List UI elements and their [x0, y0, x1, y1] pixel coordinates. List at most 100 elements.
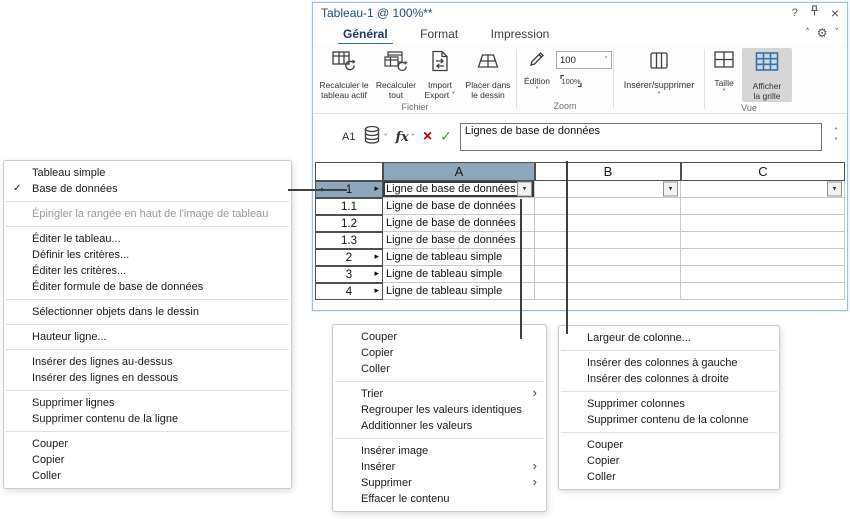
formula-bar-spinner[interactable]: ˄ ˅ — [830, 128, 842, 146]
spinner-up-icon[interactable]: ˄ — [834, 128, 838, 136]
help-icon[interactable]: ? — [792, 7, 798, 19]
column-header-a[interactable]: A — [383, 162, 535, 181]
menu-item-base-de-donnees[interactable]: ✓ Base de données — [4, 181, 291, 197]
menu-item[interactable]: Hauteur ligne... — [4, 329, 291, 345]
grid-corner[interactable] — [315, 162, 383, 181]
menu-item[interactable]: Supprimer contenu de la colonne — [559, 412, 779, 428]
row-header-1-1[interactable]: 1.1 — [315, 198, 383, 215]
menu-item[interactable]: Coller — [4, 468, 291, 484]
gear-icon[interactable]: ⚙ — [817, 26, 828, 40]
cell-c4[interactable] — [681, 232, 845, 249]
row-header-2[interactable]: 2 ▸ — [315, 249, 383, 266]
row-expand-icon[interactable]: ▸ — [374, 185, 379, 194]
menu-item[interactable]: Éditer le tableau... — [4, 231, 291, 247]
menu-item[interactable]: Copier — [559, 453, 779, 469]
column-header-c[interactable]: C — [681, 162, 845, 181]
cell-c3[interactable] — [681, 215, 845, 232]
row-header-1-3[interactable]: 1.3 — [315, 232, 383, 249]
cell-c5[interactable] — [681, 249, 845, 266]
menu-item[interactable]: Largeur de colonne... — [559, 330, 779, 346]
column-header-b[interactable]: B — [535, 162, 681, 181]
menu-item[interactable]: Supprimer contenu de la ligne — [4, 411, 291, 427]
collapse-ribbon-icon[interactable]: ˄ — [805, 28, 810, 38]
cell-c7[interactable] — [681, 283, 845, 300]
menu-item[interactable]: Couper — [559, 437, 779, 453]
group-fichier: Recalculer le tableau actif Recalculer t… — [315, 44, 515, 113]
database-dropdown[interactable]: ˅ — [363, 125, 387, 150]
import-export-button[interactable]: Import Export ˅ — [419, 48, 461, 101]
close-icon[interactable]: × — [831, 6, 839, 20]
cell-a6[interactable]: Ligne de tableau simple — [383, 266, 535, 283]
cell-b3[interactable] — [535, 215, 681, 232]
edition-button[interactable]: Édition ˅ — [518, 48, 556, 95]
zoom-level-combobox[interactable]: 100 ˅ — [556, 51, 612, 69]
cell-b2[interactable] — [535, 198, 681, 215]
tab-format[interactable]: Format — [420, 27, 458, 45]
menu-item[interactable]: Insérer des colonnes à gauche — [559, 355, 779, 371]
menu-item[interactable]: Couper — [333, 329, 546, 345]
menu-item[interactable]: Copier — [333, 345, 546, 361]
menu-item[interactable]: Coller — [559, 469, 779, 485]
cell-a7[interactable]: Ligne de tableau simple — [383, 283, 535, 300]
cell-a1[interactable]: Ligne de base de données ▾ — [383, 181, 535, 198]
menu-item[interactable]: Additionner les valeurs — [333, 418, 546, 434]
menu-item-supprimer[interactable]: Supprimer › — [333, 474, 546, 491]
menu-item[interactable]: Insérer image — [333, 443, 546, 459]
place-in-drawing-button[interactable]: Placer dans le dessin — [461, 48, 515, 100]
menu-item[interactable]: Éditer formule de base de données — [4, 279, 291, 295]
recalc-all-button[interactable]: Recalculer tout — [373, 48, 419, 100]
menu-item[interactable]: Supprimer lignes — [4, 395, 291, 411]
insert-delete-button[interactable]: Insérer/supprimer ˅ — [615, 48, 703, 100]
menu-item[interactable]: Couper — [4, 436, 291, 452]
cancel-icon[interactable]: × — [423, 129, 432, 145]
cell-a3[interactable]: Ligne de base de données — [383, 215, 535, 232]
cell-b1[interactable]: ▾ — [535, 181, 681, 198]
cell-c6[interactable] — [681, 266, 845, 283]
zoom-100-icon[interactable]: 100% — [556, 73, 586, 94]
row-header-1-2[interactable]: 1.2 — [315, 215, 383, 232]
tab-general[interactable]: Général — [338, 27, 393, 46]
row-header-4[interactable]: 4 ▸ — [315, 283, 383, 300]
menu-item[interactable]: Sélectionner objets dans le dessin — [4, 304, 291, 320]
menu-item-trier[interactable]: Trier › — [333, 385, 546, 402]
pin-icon[interactable] — [809, 4, 820, 22]
cell-dropdown-button[interactable]: ▾ — [827, 181, 842, 197]
cell-b4[interactable] — [535, 232, 681, 249]
menu-item[interactable]: Éditer les critères... — [4, 263, 291, 279]
cell-c1[interactable]: ▾ — [681, 181, 845, 198]
show-grid-toggle[interactable]: Afficher la grille — [742, 48, 792, 103]
recalc-active-button[interactable]: Recalculer le tableau actif — [315, 48, 373, 100]
cell-b6[interactable] — [535, 266, 681, 283]
menu-item[interactable]: Regrouper les valeurs identiques — [333, 402, 546, 418]
function-dropdown[interactable]: fx ˅ — [395, 130, 414, 145]
menu-item-label: Base de données — [32, 183, 118, 195]
cell-b5[interactable] — [535, 249, 681, 266]
cell-c2[interactable] — [681, 198, 845, 215]
row-header-3[interactable]: 3 ▸ — [315, 266, 383, 283]
cell-a5[interactable]: Ligne de tableau simple — [383, 249, 535, 266]
menu-item[interactable]: Supprimer colonnes — [559, 396, 779, 412]
menu-item[interactable]: Effacer le contenu — [333, 491, 546, 507]
menu-item[interactable]: Définir les critères... — [4, 247, 291, 263]
formula-input[interactable]: Lignes de base de données — [459, 123, 822, 151]
row-expand-icon[interactable]: ▸ — [374, 270, 379, 279]
menu-item[interactable]: Insérer des lignes au-dessus — [4, 354, 291, 370]
cell-a2[interactable]: Ligne de base de données — [383, 198, 535, 215]
menu-item[interactable]: Coller — [333, 361, 546, 377]
row-expand-icon[interactable]: ▸ — [374, 253, 379, 262]
row-expand-icon[interactable]: ▸ — [374, 287, 379, 296]
menu-item-inserer[interactable]: Insérer › — [333, 458, 546, 475]
menu-separator — [561, 391, 777, 392]
menu-item[interactable]: Insérer des lignes en dessous — [4, 370, 291, 386]
cell-a4[interactable]: Ligne de base de données — [383, 232, 535, 249]
menu-item[interactable]: Copier — [4, 452, 291, 468]
confirm-icon[interactable]: ✓ — [440, 130, 452, 144]
cell-dropdown-button[interactable]: ▾ — [663, 181, 678, 197]
cell-b7[interactable] — [535, 283, 681, 300]
menu-item[interactable]: Tableau simple — [4, 165, 291, 181]
menu-item[interactable]: Insérer des colonnes à droite — [559, 371, 779, 387]
cell-dropdown-button[interactable]: ▾ — [517, 181, 532, 197]
tab-impression[interactable]: Impression — [491, 27, 550, 45]
spinner-down-icon[interactable]: ˅ — [834, 138, 838, 146]
taille-button[interactable]: Taille ˅ — [706, 48, 742, 97]
